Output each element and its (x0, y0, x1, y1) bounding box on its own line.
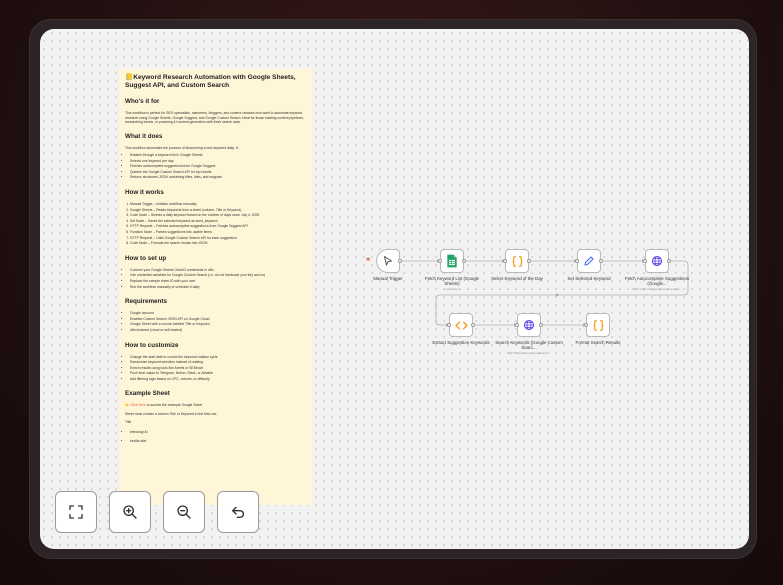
node-search-keywords[interactable] (515, 313, 543, 337)
input-port[interactable] (643, 259, 647, 263)
zoom-out-button[interactable] (163, 491, 205, 533)
output-port[interactable] (667, 259, 671, 263)
zoom-out-icon (177, 505, 191, 519)
node-subtitle: read: sheet (444, 287, 460, 291)
node-extract-suggestion[interactable] (447, 313, 475, 337)
node-label: Format Search Results (575, 340, 621, 345)
node-format-results[interactable] (584, 313, 610, 337)
undo-button[interactable] (217, 491, 259, 533)
node-fetch-autocomplete[interactable] (643, 249, 671, 273)
input-port[interactable] (503, 259, 507, 263)
node-label: Search Keywords (Google Custom Searc... (495, 340, 563, 351)
code-icon (454, 321, 468, 329)
input-port[interactable] (575, 259, 579, 263)
input-port[interactable] (447, 323, 451, 327)
node-label: Fetch Autocomplete Suggestions (Google..… (624, 276, 690, 287)
input-port[interactable] (438, 259, 442, 263)
input-port[interactable] (584, 323, 588, 327)
code-braces-icon (512, 255, 522, 267)
globe-icon (652, 256, 662, 266)
node-label: Manual Trigger (373, 276, 403, 281)
node-manual-trigger[interactable] (376, 249, 402, 273)
output-port[interactable] (599, 259, 603, 263)
trigger-bolt-icon: ✱ (366, 257, 371, 263)
output-port[interactable] (527, 259, 531, 263)
node-set-selected-keyword[interactable] (575, 249, 603, 273)
code-braces-icon (593, 319, 603, 331)
node-select-keyword[interactable] (503, 249, 531, 273)
fit-view-button[interactable] (55, 491, 97, 533)
workflow-canvas[interactable]: 📒Keyword Research Automation with Google… (40, 29, 749, 549)
node-subtitle: GET: https://www.googleapis... (508, 351, 550, 355)
output-port[interactable] (471, 323, 475, 327)
google-sheets-icon (447, 254, 457, 268)
node-label: Select Keyword of the Day (491, 276, 543, 281)
globe-icon (524, 320, 534, 330)
output-port[interactable] (398, 259, 402, 263)
node-label: Fetch Keyword List (Google Sheets) (424, 276, 480, 287)
input-port[interactable] (515, 323, 519, 327)
undo-icon (232, 506, 244, 518)
node-subtitle: GET: https://suggestqueries.google... (631, 287, 683, 291)
cursor-click-icon (384, 256, 392, 266)
fit-view-icon (69, 505, 83, 519)
output-port[interactable] (462, 259, 466, 263)
zoom-in-icon (123, 505, 137, 519)
output-port[interactable] (539, 323, 543, 327)
node-label: Extract Suggestion Keywords (432, 340, 490, 345)
pencil-icon (584, 256, 594, 266)
node-fetch-keyword-list[interactable] (438, 249, 466, 273)
node-label: Set Selected Keyword (567, 276, 611, 281)
zoom-in-button[interactable] (109, 491, 151, 533)
